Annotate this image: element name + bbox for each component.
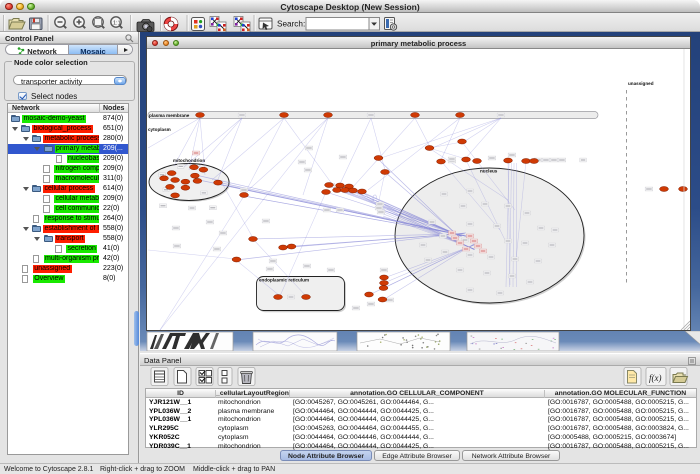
svg-text:plasma membrane: plasma membrane <box>149 113 190 118</box>
svg-text:Search:: Search: <box>277 20 305 29</box>
svg-text:f(x): f(x) <box>649 373 662 383</box>
svg-text:nucleus: nucleus <box>480 169 498 174</box>
svg-text:1:1: 1:1 <box>113 21 121 27</box>
svg-text:cytoplasm: cytoplasm <box>148 127 171 132</box>
svg-text:unassigned: unassigned <box>628 81 654 86</box>
svg-text:endoplasmic reticulum: endoplasmic reticulum <box>259 278 309 283</box>
